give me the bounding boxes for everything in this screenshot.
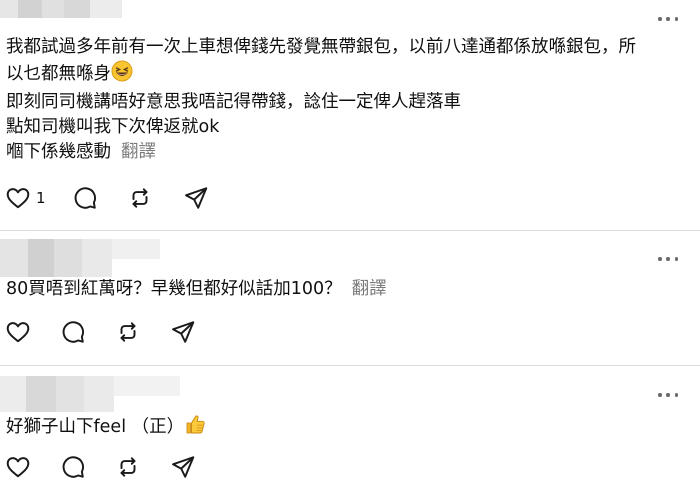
heart-icon bbox=[6, 322, 30, 343]
like-button[interactable] bbox=[5, 319, 31, 345]
repost-icon bbox=[120, 457, 136, 477]
like-count: 1 bbox=[36, 189, 46, 207]
comment-icon bbox=[62, 321, 85, 343]
like-button[interactable] bbox=[5, 454, 31, 480]
share-button[interactable] bbox=[183, 185, 209, 211]
repost-icon bbox=[120, 322, 136, 342]
reply-button[interactable] bbox=[60, 319, 86, 345]
repost-button[interactable] bbox=[115, 454, 141, 480]
thumbs-up-emoji bbox=[184, 413, 206, 443]
blurred-username bbox=[0, 376, 180, 412]
repost-icon bbox=[132, 188, 148, 208]
heart-icon bbox=[6, 457, 30, 478]
comment-line: 點知司機叫我下次俾返就ok bbox=[6, 117, 220, 137]
comment-line: 即刻同司機講唔好意思我唔記得帶錢，諗住一定俾人趕落車 bbox=[6, 92, 461, 112]
comment-icon bbox=[74, 187, 97, 209]
comment: 我都試過多年前有一次上車想俾錢先發覺無帶銀包，以前八達通都係放喺銀包，所 以乜都… bbox=[0, 0, 700, 230]
translate-link[interactable]: 翻譯 bbox=[352, 279, 387, 299]
comment-line: 我都試過多年前有一次上車想俾錢先發覺無帶銀包，以前八達通都係放喺銀包，所 bbox=[6, 37, 636, 57]
comment-line-with-emoji: 以乜都無喺身 bbox=[6, 60, 688, 90]
reply-button[interactable] bbox=[60, 454, 86, 480]
comment: 好獅子山下feel （正） bbox=[0, 366, 700, 487]
comment-icon bbox=[62, 456, 85, 478]
comment-line: 80買唔到紅萬呀？早幾但都好似話加100？ 翻譯 bbox=[6, 279, 387, 299]
comment-line: 嗰下係幾感動 翻譯 bbox=[6, 142, 156, 162]
share-button[interactable] bbox=[170, 319, 196, 345]
share-icon bbox=[185, 187, 208, 209]
more-options-button[interactable] bbox=[658, 389, 678, 401]
comment-line-with-emoji: 好獅子山下feel （正） bbox=[6, 413, 688, 443]
repost-button[interactable] bbox=[127, 185, 153, 211]
blurred-username bbox=[0, 239, 160, 277]
grinning-squint-emoji bbox=[111, 60, 133, 90]
translate-link[interactable]: 翻譯 bbox=[121, 142, 156, 162]
comment-body: 好獅子山下feel （正） bbox=[6, 413, 688, 443]
more-options-button[interactable] bbox=[658, 253, 678, 265]
like-button[interactable]: 1 bbox=[5, 185, 46, 211]
heart-icon bbox=[6, 188, 30, 209]
blurred-username bbox=[0, 0, 122, 30]
comment: 80買唔到紅萬呀？早幾但都好似話加100？ 翻譯 bbox=[0, 231, 700, 365]
repost-button[interactable] bbox=[115, 319, 141, 345]
comment-body: 80買唔到紅萬呀？早幾但都好似話加100？ 翻譯 bbox=[6, 277, 688, 302]
reply-button[interactable] bbox=[72, 185, 98, 211]
comment-body: 我都試過多年前有一次上車想俾錢先發覺無帶銀包，以前八達通都係放喺銀包，所 以乜都… bbox=[6, 35, 688, 165]
share-button[interactable] bbox=[170, 454, 196, 480]
share-icon bbox=[172, 321, 195, 343]
more-options-button[interactable] bbox=[658, 13, 678, 25]
share-icon bbox=[172, 456, 195, 478]
